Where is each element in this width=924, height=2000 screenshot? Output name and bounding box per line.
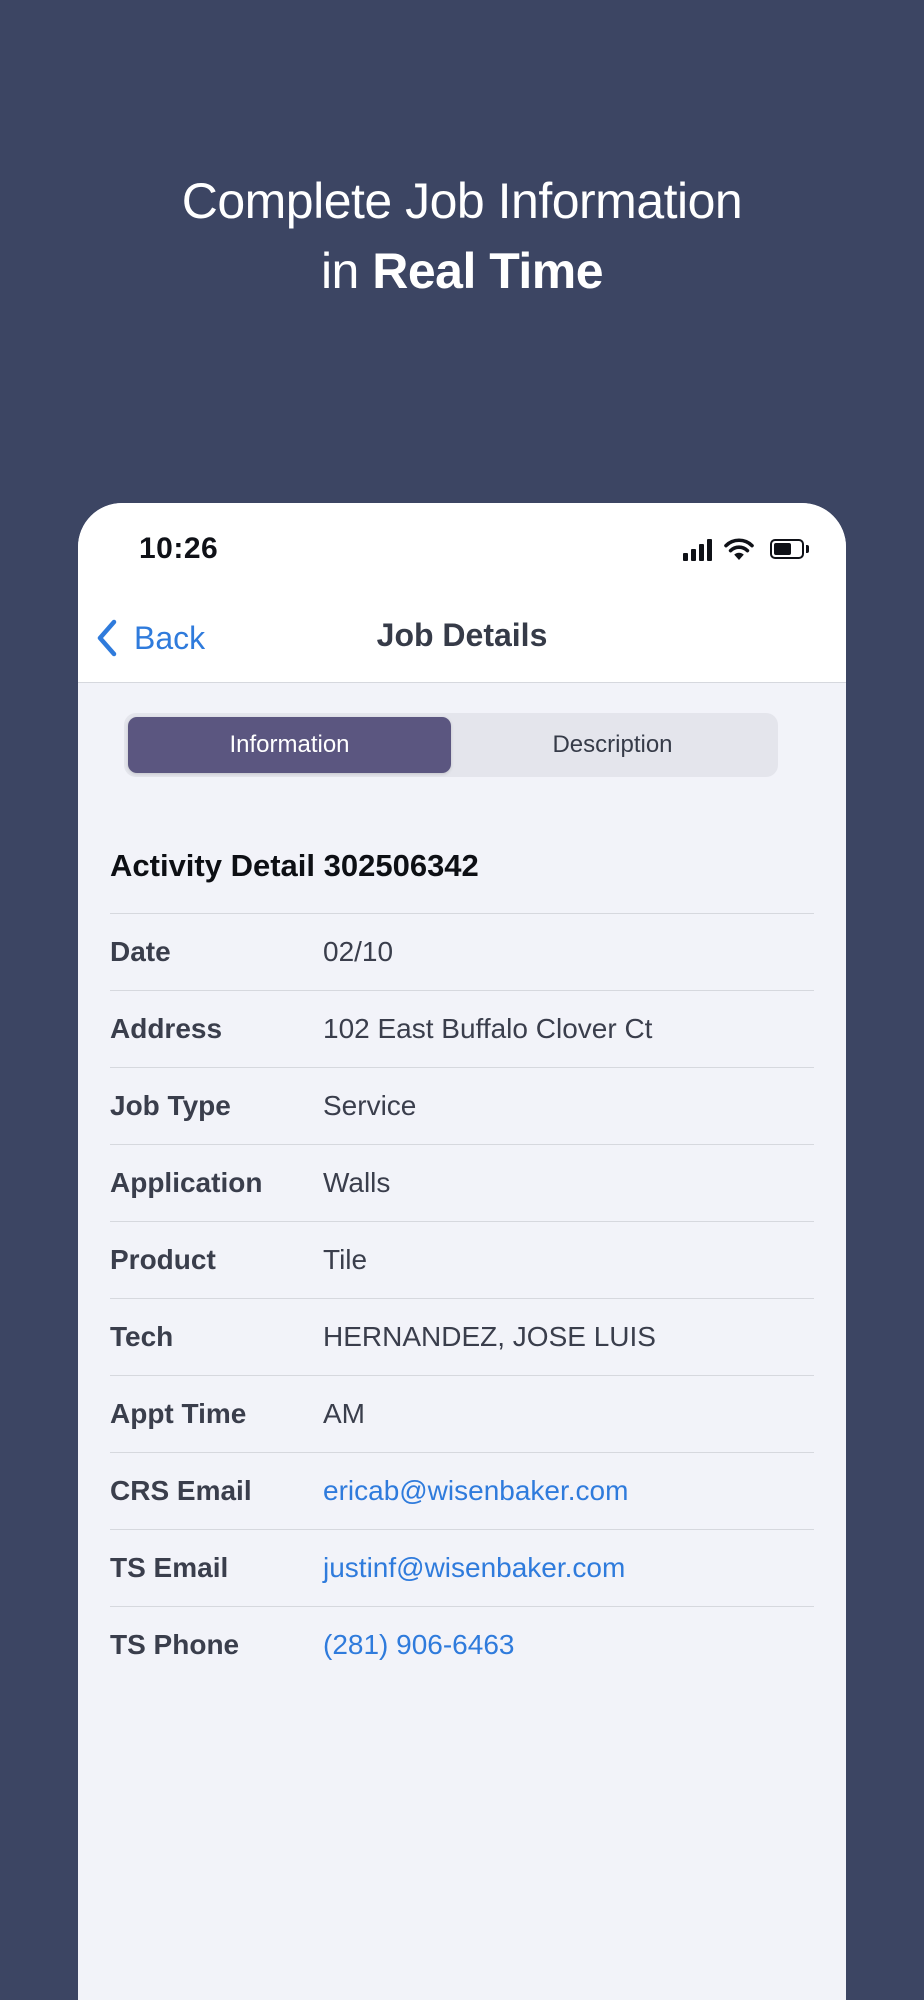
detail-row-product: Product Tile bbox=[110, 1221, 814, 1298]
detail-label: TS Phone bbox=[110, 1629, 240, 1660]
headline-emphasis: Real Time bbox=[372, 243, 604, 299]
detail-label: Address bbox=[110, 1013, 223, 1044]
detail-label: Job Type bbox=[110, 1090, 231, 1121]
ts-email-link[interactable]: justinf@wisenbaker.com bbox=[323, 1552, 625, 1584]
marketing-headline: Complete Job Information in Real Time bbox=[0, 166, 924, 306]
phone-screen: 10:26 Back Job Details Information Descr… bbox=[78, 503, 846, 2000]
detail-row-application: Application Walls bbox=[110, 1144, 814, 1221]
page-title: Job Details bbox=[376, 617, 548, 653]
detail-row-job-type: Job Type Service bbox=[110, 1067, 814, 1144]
detail-row-date: Date 02/10 bbox=[110, 913, 814, 990]
detail-label: Tech bbox=[110, 1321, 174, 1352]
detail-row-ts-phone: TS Phone (281) 906-6463 bbox=[110, 1606, 814, 1683]
tab-information[interactable]: Information bbox=[128, 717, 451, 773]
detail-label: Product bbox=[110, 1244, 216, 1275]
detail-label: Date bbox=[110, 936, 171, 967]
detail-value: Walls bbox=[323, 1167, 391, 1198]
wifi-icon bbox=[724, 538, 754, 560]
detail-row-ts-email: TS Email justinf@wisenbaker.com bbox=[110, 1529, 814, 1606]
detail-row-appt-time: Appt Time AM bbox=[110, 1375, 814, 1452]
status-time: 10:26 bbox=[139, 532, 219, 565]
headline-prefix: in bbox=[320, 243, 373, 299]
detail-label: Application bbox=[110, 1167, 263, 1198]
battery-icon bbox=[770, 539, 810, 561]
detail-value: 02/10 bbox=[323, 936, 394, 967]
ts-phone-link[interactable]: (281) 906-6463 bbox=[323, 1629, 514, 1661]
headline-line-1: Complete Job Information bbox=[181, 173, 743, 229]
detail-value: 102 East Buffalo Clover Ct bbox=[323, 1013, 653, 1044]
activity-detail-title: Activity Detail 302506342 bbox=[110, 848, 479, 883]
detail-row-crs-email: CRS Email ericab@wisenbaker.com bbox=[110, 1452, 814, 1529]
detail-value: Tile bbox=[323, 1244, 368, 1275]
detail-label: TS Email bbox=[110, 1552, 229, 1583]
detail-row-address: Address 102 East Buffalo Clover Ct bbox=[110, 990, 814, 1067]
detail-row-tech: Tech HERNANDEZ, JOSE LUIS bbox=[110, 1298, 814, 1375]
detail-label: Appt Time bbox=[110, 1398, 247, 1429]
top-bar: 10:26 Back Job Details bbox=[78, 503, 846, 683]
detail-value: Service bbox=[323, 1090, 417, 1121]
tab-description[interactable]: Description bbox=[451, 717, 774, 773]
cellular-signal-icon bbox=[683, 539, 712, 561]
crs-email-link[interactable]: ericab@wisenbaker.com bbox=[323, 1475, 628, 1507]
headline-line-2: in Real Time bbox=[0, 236, 924, 306]
segmented-control: Information Description bbox=[124, 713, 778, 777]
detail-label: CRS Email bbox=[110, 1475, 252, 1506]
detail-value: AM bbox=[323, 1398, 365, 1429]
detail-value: HERNANDEZ, JOSE LUIS bbox=[323, 1321, 656, 1352]
status-icons bbox=[683, 535, 810, 561]
detail-list: Date 02/10 Address 102 East Buffalo Clov… bbox=[110, 913, 814, 1683]
